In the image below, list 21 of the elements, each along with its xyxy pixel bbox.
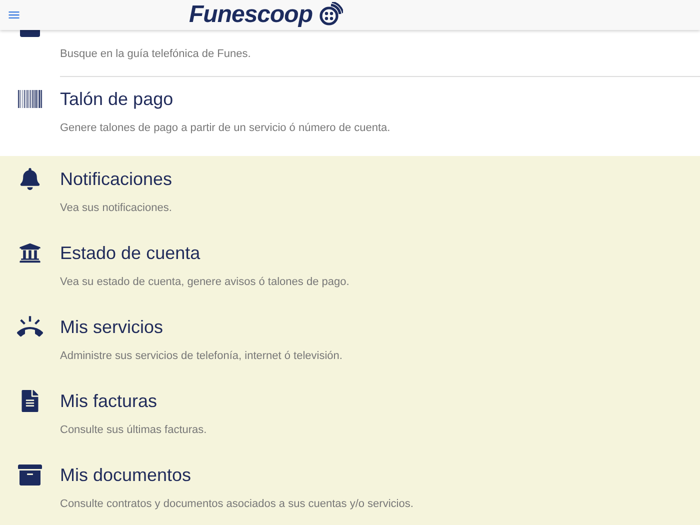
logo-icon — [316, 2, 343, 28]
menu-item-description: Administre sus servicios de telefonía, internet ó televisión. — [60, 349, 344, 364]
menu-item-description: Consulte contratos y documentos asociados a sus cuentas y/o servicios. — [60, 497, 414, 512]
menu-item-description: Busque en la guía telefónica de Funes. — [60, 47, 252, 62]
barcode-icon — [18, 87, 42, 111]
menu-item-title[interactable]: Estado de cuenta — [60, 241, 700, 265]
archive-box-icon — [18, 463, 42, 487]
menu-item-title[interactable]: Talón de pago — [60, 87, 700, 111]
bank-icon — [19, 242, 41, 264]
book-icon — [20, 30, 40, 37]
menu-item-description: Vea sus notificaciones. — [60, 201, 173, 216]
logo-text: Funescoop — [189, 1, 313, 29]
menu-item-description: Vea su estado de cuenta, genere avisos ó talones de pago. — [60, 275, 350, 290]
document-icon — [19, 390, 41, 412]
menu-item-title[interactable]: Notificaciones — [60, 167, 700, 191]
menu-item-description: Genere talones de pago a partir de un servicio ó número de cuenta. — [60, 121, 392, 136]
menu-item-title[interactable]: Mis documentos — [60, 463, 700, 487]
menu-item-description: Consulte sus últimas facturas. — [60, 423, 208, 438]
bell-icon — [19, 168, 41, 190]
menu-item-title[interactable]: Mis facturas — [60, 389, 700, 413]
menu-item-title[interactable]: Mis servicios — [60, 315, 700, 339]
